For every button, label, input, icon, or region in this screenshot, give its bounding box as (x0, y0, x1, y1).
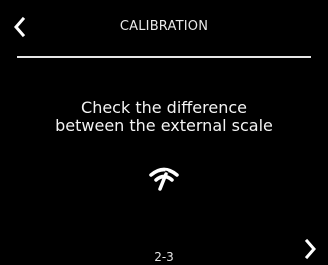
chevron-right-icon (304, 238, 316, 260)
instruction-line-2: between the external scale (55, 116, 273, 135)
instruction-line-1: Check the difference (81, 98, 247, 117)
next-button[interactable] (298, 236, 322, 262)
instruction-text: Check the difference between the externa… (0, 99, 328, 135)
header-divider (17, 56, 311, 58)
scale-pressure-icon (147, 163, 181, 193)
calibration-screen: CALIBRATION Check the difference between… (0, 0, 328, 265)
page-indicator: 2-3 (154, 250, 174, 264)
page-title: CALIBRATION (119, 19, 209, 34)
